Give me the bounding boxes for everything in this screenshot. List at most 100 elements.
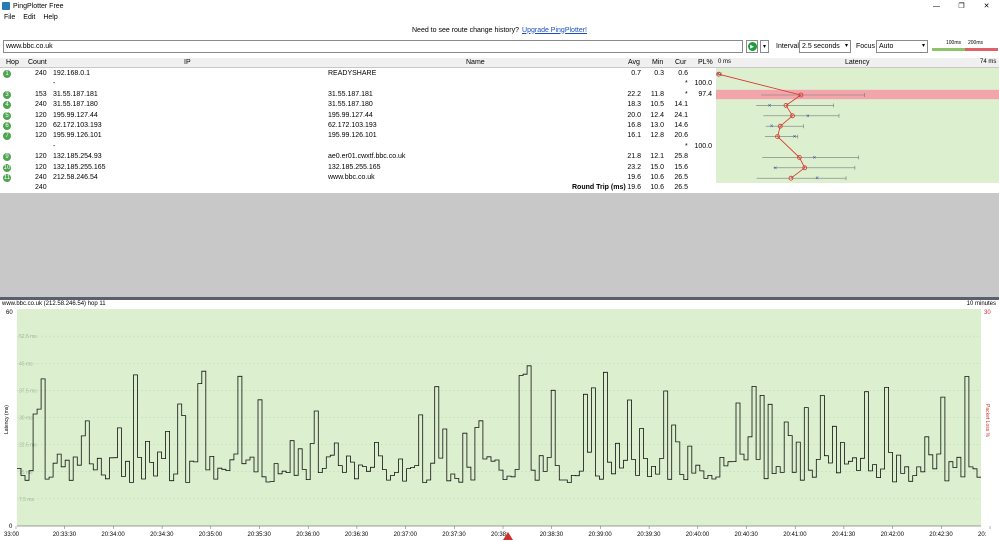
chevron-down-icon: ▾ <box>921 43 925 49</box>
x-axis-label: 20:35:30 <box>248 532 272 538</box>
col-latency[interactable]: Latency <box>845 59 870 66</box>
cell-ip: 212.58.246.54 <box>53 174 98 181</box>
x-axis-label: 20:40:30 <box>735 532 759 538</box>
table-row[interactable]: 10 120 132.185.255.165 132.185.255.165 23.2 1… <box>0 163 716 173</box>
cell-star: * <box>685 142 688 150</box>
latency-min-label: 0 ms <box>718 59 732 65</box>
cell-count: 120 <box>35 163 47 171</box>
pane-splitter[interactable] <box>0 297 999 300</box>
x-axis-label: 20: <box>978 532 987 538</box>
cell-ip: 31.55.187.181 <box>53 90 98 98</box>
target-input[interactable]: www.bbc.co.uk <box>3 40 743 53</box>
x-axis-label: 20:34:00 <box>101 532 125 538</box>
col-count[interactable]: Count <box>28 59 47 66</box>
app-icon <box>2 2 10 10</box>
latency-trace: ×××××××× <box>716 71 999 182</box>
cell-avg: 18.3 <box>627 101 641 109</box>
x-axis-label: 20:33:30 <box>53 532 77 538</box>
x-axis-label: 20:36:30 <box>345 532 369 538</box>
latency-graph: 52.5 ms45 ms37.5 ms30 ms22.5 ms15 ms7.5 … <box>4 309 991 540</box>
start-trace-button[interactable]: ▶ <box>746 40 758 53</box>
col-name[interactable]: Name <box>466 59 485 66</box>
cell-cur: 14.6 <box>674 122 688 129</box>
cell-ip: 195.99.127.44 <box>53 111 98 119</box>
interval-select[interactable]: 2.5 seconds ▾ <box>799 40 851 53</box>
cell-cur: 26.5 <box>674 174 688 181</box>
gridline-label: 45 ms <box>19 361 33 367</box>
cell-avg: 21.8 <box>627 153 641 161</box>
hop-number-badge: 10 <box>3 163 11 172</box>
table-row[interactable]: - * 100.0 <box>0 79 716 89</box>
window-controls: — ❐ ✕ <box>924 0 999 12</box>
gridline-label: 7.5 ms <box>19 497 35 503</box>
graph-range[interactable]: 10 minutes <box>967 301 996 307</box>
cell-name: www.bbc.co.uk <box>328 174 375 181</box>
gridline-label: 30 ms <box>19 416 33 422</box>
table-row[interactable]: 6 120 62.172.103.193 62.172.103.193 16.8 13.0… <box>0 121 716 131</box>
empty-area <box>0 193 999 297</box>
focus-label: Focus <box>856 43 876 50</box>
cell-ip: 132.185.254.93 <box>53 153 102 161</box>
table-row[interactable]: - * 100.0 <box>0 142 716 152</box>
chevron-down-icon: ▾ <box>844 43 848 49</box>
play-icon: ▶ <box>747 42 757 51</box>
cell-count: 120 <box>35 132 47 140</box>
table-row[interactable]: 3 153 31.55.187.181 31.55.187.181 22.2 11.8 * 9… <box>0 90 716 100</box>
scale-100-label: 100ms <box>946 40 962 46</box>
current-latency-mark: × <box>774 166 778 172</box>
minimize-button[interactable]: — <box>924 0 949 12</box>
cell-avg: 16.8 <box>627 122 641 129</box>
hop-number-badge: 11 <box>3 174 11 182</box>
maximize-button[interactable]: ❐ <box>949 0 974 12</box>
col-min[interactable]: Min <box>652 59 663 66</box>
cell-ip: - <box>53 80 56 88</box>
col-ip[interactable]: IP <box>184 59 191 66</box>
cell-name: 31.55.187.180 <box>328 101 373 109</box>
hop-number-badge: 5 <box>3 111 11 120</box>
summary-avg: 19.6 <box>627 184 641 192</box>
cell-min: 12.8 <box>650 132 664 140</box>
focus-value: Auto <box>879 43 894 50</box>
current-latency-mark: × <box>768 103 772 109</box>
x-axis-label: 20:39:00 <box>588 532 612 538</box>
packet-loss-bar <box>716 89 999 100</box>
cell-avg: 16.1 <box>627 132 641 140</box>
col-pl[interactable]: PL% <box>698 59 713 66</box>
cell-name: 132.185.255.165 <box>328 163 381 171</box>
y-axis-max: 60 <box>6 310 13 316</box>
table-row[interactable]: 5 120 195.99.127.44 195.99.127.44 20.0 12.4 24… <box>0 111 716 121</box>
table-row[interactable]: 4 240 31.55.187.180 31.55.187.180 18.3 10.5 14… <box>0 100 716 110</box>
graph-title: www.bbc.co.uk (212.58.246.54) hop 11 <box>2 301 106 307</box>
menu-file[interactable]: File <box>0 14 19 21</box>
summary-cur: 26.5 <box>674 184 688 192</box>
cell-avg: 20.0 <box>627 111 641 119</box>
close-button[interactable]: ✕ <box>974 0 999 12</box>
cell-cur: 15.6 <box>674 163 688 171</box>
focus-select[interactable]: Auto ▾ <box>876 40 928 53</box>
table-row[interactable]: 1 240 192.168.0.1 READYSHARE 0.7 0.3 0.6 <box>0 69 716 79</box>
cell-ip: 62.172.103.193 <box>53 122 102 129</box>
hop-number-badge: 7 <box>3 132 11 141</box>
upgrade-link[interactable]: Upgrade PingPlotter! <box>522 27 587 34</box>
start-options-dropdown[interactable]: ▾ <box>760 40 769 53</box>
current-latency-mark: × <box>770 124 774 130</box>
cell-pl: 100.0 <box>694 142 712 150</box>
cell-min: 12.4 <box>650 111 664 119</box>
gridline-label: 22.5 ms <box>19 443 37 449</box>
table-row[interactable]: 7 120 195.99.126.101 195.99.126.101 16.1 12.8… <box>0 131 716 141</box>
menu-help[interactable]: Help <box>39 14 61 21</box>
x-axis-label: 20:38:30 <box>540 532 564 538</box>
table-row[interactable]: 9 120 132.185.254.93 ae0.er01.cwxtf.bbc.co.… <box>0 152 716 162</box>
col-avg[interactable]: Avg <box>628 59 640 66</box>
cell-count: 240 <box>35 101 47 109</box>
y-axis-min: 0 <box>9 524 13 530</box>
gridline-label: 52.5 ms <box>19 334 37 340</box>
x-axis-label: 20:42:30 <box>929 532 953 538</box>
table-row[interactable]: 11 240 212.58.246.54 www.bbc.co.uk 19.6 10.6 2… <box>0 173 716 183</box>
col-hop[interactable]: Hop <box>6 59 19 66</box>
col-cur[interactable]: Cur <box>675 59 686 66</box>
menu-bar: File Edit Help <box>0 12 999 23</box>
menu-edit[interactable]: Edit <box>19 14 39 21</box>
hop-table-header: Hop Count IP Name Avg Min Cur PL% Latenc… <box>0 58 999 68</box>
x-axis-label: 20:36:00 <box>296 532 320 538</box>
